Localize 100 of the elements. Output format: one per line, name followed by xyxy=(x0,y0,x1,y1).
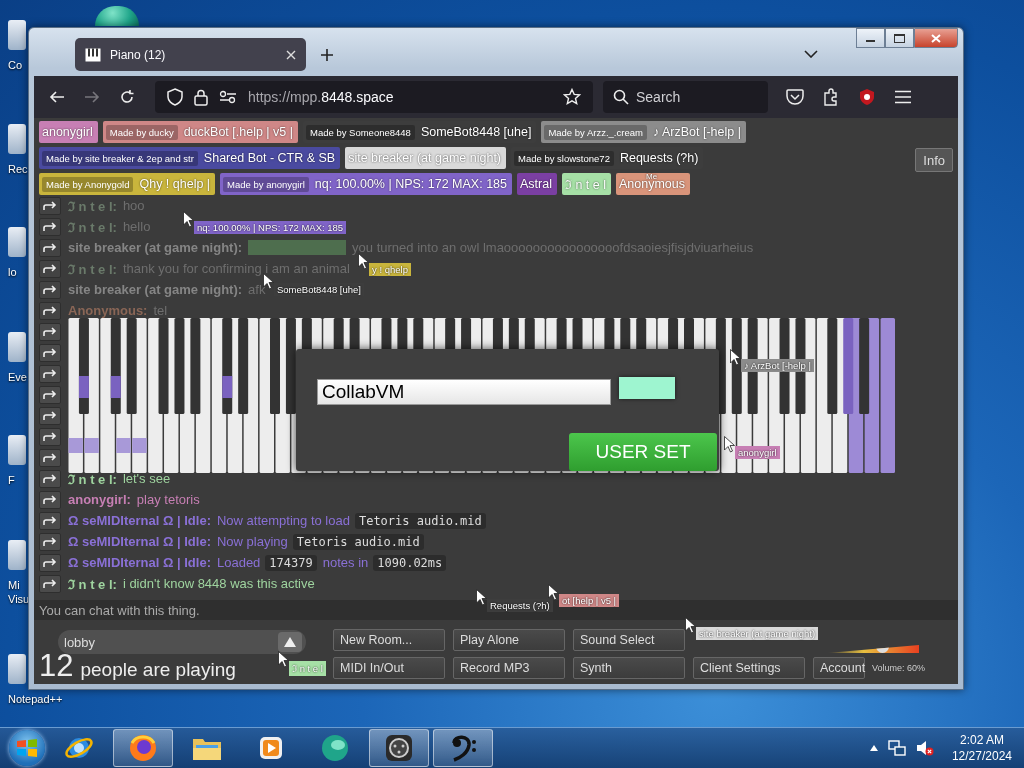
arrow-icon xyxy=(43,368,57,379)
desktop-icon-label[interactable]: Mi Visu xyxy=(4,578,30,606)
desktop-icon-label[interactable]: lo xyxy=(4,265,17,279)
desktop-icon-label[interactable]: F xyxy=(4,473,15,487)
cursor-icon xyxy=(278,651,289,668)
name-input[interactable]: CollabVM xyxy=(317,379,611,405)
reply-button[interactable] xyxy=(39,196,61,215)
network-icon[interactable] xyxy=(887,739,906,757)
user-tag[interactable]: Made by Anonygold Qhy ! qhelp | xyxy=(39,173,216,195)
desktop-icon-label[interactable]: Rec xyxy=(4,162,28,176)
arrow-icon xyxy=(43,347,57,358)
arrow-icon xyxy=(43,326,57,337)
taskbar-button[interactable] xyxy=(369,729,429,767)
menu-button[interactable]: New Room... xyxy=(333,629,445,651)
reply-button[interactable] xyxy=(39,469,61,488)
lock-icon[interactable] xyxy=(194,88,208,106)
arrow-icon xyxy=(43,284,57,295)
taskbar-button[interactable] xyxy=(113,729,173,767)
message-text: Now playing xyxy=(216,534,288,550)
maximize-button[interactable] xyxy=(885,28,914,48)
start-button[interactable] xyxy=(9,730,45,766)
extension-icon[interactable] xyxy=(858,88,876,106)
taskbar-button[interactable] xyxy=(433,729,493,767)
reply-button[interactable] xyxy=(39,259,61,278)
speaker-muted-icon[interactable] xyxy=(915,739,934,757)
puzzle-icon[interactable] xyxy=(822,88,840,106)
close-icon[interactable] xyxy=(286,49,296,60)
cursor-name-tag: SomeBot8448 [uhe] xyxy=(274,283,364,296)
menu-button[interactable]: MIDI In/Out xyxy=(333,657,445,679)
reply-button[interactable] xyxy=(39,322,61,341)
reload-icon[interactable] xyxy=(119,89,135,105)
address-bar[interactable]: https://mpp.8448.space xyxy=(155,81,593,113)
reply-button[interactable] xyxy=(39,532,61,551)
clock-date[interactable]: 12/27/2024 xyxy=(951,748,1012,764)
plus-icon[interactable] xyxy=(320,48,334,62)
forward-icon[interactable] xyxy=(84,89,100,105)
cursor-icon xyxy=(476,589,487,606)
user-tag[interactable]: Made by Arzz._.cream ♪ ArzBot [-help | xyxy=(541,121,746,143)
pocket-icon[interactable] xyxy=(786,89,804,105)
reply-button[interactable] xyxy=(39,553,61,572)
menu-button[interactable]: Client Settings xyxy=(693,657,805,679)
cursor-icon xyxy=(358,253,369,270)
reply-button[interactable] xyxy=(39,238,61,257)
chat-username[interactable]: anonygirl: xyxy=(68,492,131,508)
menu-button[interactable]: Sound Select xyxy=(573,629,685,651)
code-snippet: Tetoris audio.mid xyxy=(292,533,424,550)
search-field[interactable]: Search xyxy=(603,81,768,113)
star-icon[interactable] xyxy=(563,88,581,106)
menu-icon[interactable] xyxy=(894,90,912,104)
user-tag[interactable]: Astral xyxy=(517,173,557,195)
color-swatch[interactable] xyxy=(619,377,675,399)
reply-button[interactable] xyxy=(39,574,61,593)
reply-button[interactable] xyxy=(39,280,61,299)
shield-icon[interactable] xyxy=(167,88,183,106)
arrow-icon xyxy=(43,263,57,274)
chat-username[interactable]: ℑ n t e l: xyxy=(68,574,117,593)
url-text[interactable]: https://mpp.8448.space xyxy=(248,89,552,105)
desktop-icon-label[interactable]: Co xyxy=(4,58,23,72)
arrow-icon xyxy=(43,536,57,547)
menu-button[interactable]: Synth xyxy=(573,657,685,679)
app-icon[interactable] xyxy=(95,6,139,26)
sphere-icon xyxy=(319,733,351,763)
desktop-icon-label[interactable]: Notepad++ xyxy=(4,692,63,706)
chevron-icon[interactable] xyxy=(804,50,818,58)
back-icon[interactable] xyxy=(49,89,65,105)
room-name: lobby xyxy=(64,634,96,650)
up-arrow-icon[interactable] xyxy=(869,745,878,751)
reply-button[interactable] xyxy=(39,217,61,236)
me-label: Me xyxy=(646,173,658,181)
globe-icon xyxy=(128,733,158,763)
user-tag[interactable]: Made by ducky duckBot [.help | v5 | xyxy=(102,121,298,143)
bot-author-label: Made by Someone8448 xyxy=(306,124,415,140)
browser-tab[interactable]: Piano (12) xyxy=(75,38,306,71)
close-button[interactable] xyxy=(914,28,958,48)
sliders-icon[interactable] xyxy=(219,90,237,104)
reply-button[interactable] xyxy=(39,385,61,404)
reply-button[interactable] xyxy=(39,301,61,320)
cursor-name-tag: nq: 100.00% | NPS: 172 MAX: 185 xyxy=(194,221,347,234)
reply-button[interactable] xyxy=(39,448,61,467)
info-button[interactable]: Info xyxy=(915,148,953,172)
chat-username[interactable]: ℑ n t e l: xyxy=(68,469,117,488)
minimize-button[interactable] xyxy=(856,28,885,48)
desktop-icon-label[interactable]: Eve xyxy=(4,370,27,384)
menu-button[interactable]: Play Alone xyxy=(453,629,565,651)
reply-button[interactable] xyxy=(39,343,61,362)
reply-button[interactable] xyxy=(39,511,61,530)
menu-button[interactable]: Record MP3 xyxy=(453,657,565,679)
cursor-icon xyxy=(724,436,735,453)
clock-time[interactable]: 2:02 AM xyxy=(959,732,1004,748)
reply-button[interactable] xyxy=(39,364,61,383)
room-selector[interactable]: lobby xyxy=(58,630,306,654)
arrow-icon xyxy=(43,557,57,568)
reply-button[interactable] xyxy=(39,490,61,509)
menu-button[interactable]: Account xyxy=(813,657,865,679)
reply-button[interactable] xyxy=(39,406,61,425)
user-name: Shared Bot - CTR & SB xyxy=(203,151,336,165)
reply-button[interactable] xyxy=(39,427,61,446)
room-list-button[interactable] xyxy=(278,632,302,652)
user-tag[interactable]: Made by site breaker & 2ep and str Shared Bot - CTR & SB xyxy=(39,147,341,169)
user-tag[interactable]: Made by anonygirl nq: 100.00% | NPS: 172 MAX: 185 xyxy=(220,173,512,195)
